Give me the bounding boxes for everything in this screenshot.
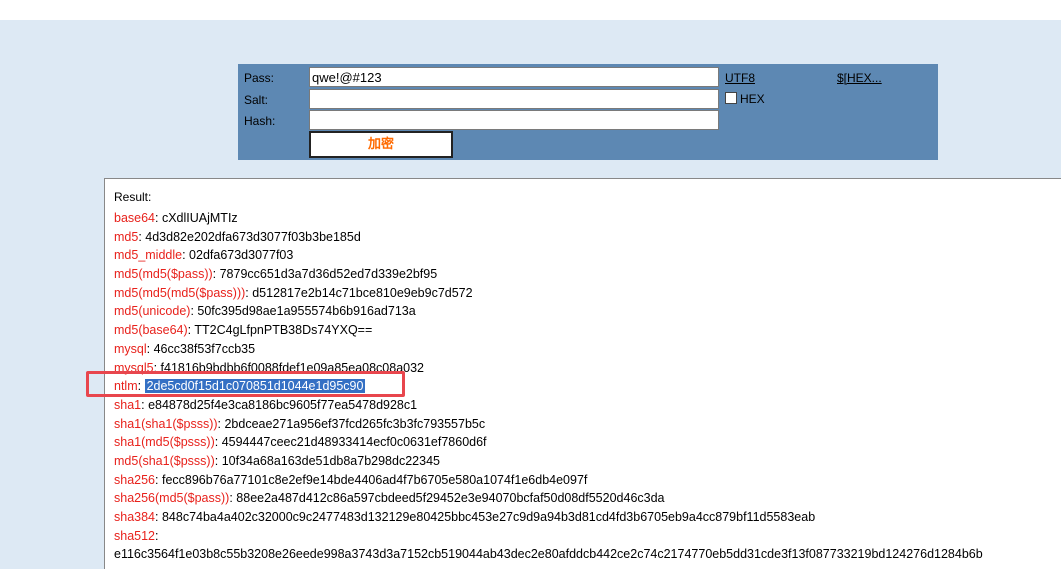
result-value[interactable]: 4594447ceec21d48933414ecf0c0631ef7860d6f: [222, 435, 487, 449]
salt-input[interactable]: [309, 89, 719, 109]
result-row: sha384: 848c74ba4a402c32000c9c2477483d13…: [114, 508, 983, 527]
result-value[interactable]: 7879cc651d3a7d36d52ed7d339e2bf95: [220, 267, 438, 281]
result-row: md5(sha1($psss)): 10f34a68a163de51db8a7b…: [114, 452, 983, 471]
result-key: sha1: [114, 397, 142, 412]
result-separator: :: [155, 211, 162, 225]
result-title: Result:: [114, 190, 152, 204]
result-separator: :: [214, 435, 222, 450]
result-row: md5: 4d3d82e202dfa673d3077f03b3be185d: [114, 228, 983, 247]
result-separator: :: [155, 510, 162, 524]
result-key: sha256(md5($pass)): [114, 491, 230, 506]
salt-label: Salt:: [244, 93, 269, 107]
result-row: md5_middle: 02dfa673d3077f03: [114, 246, 983, 265]
result-row: mysql: 46cc38f53f7ccb35: [114, 340, 983, 359]
result-key: md5: [114, 229, 139, 244]
result-value[interactable]: d512817e2b14c71bce810e9eb9c7d572: [252, 286, 472, 300]
hash-input[interactable]: [309, 110, 719, 130]
result-value[interactable]: e84878d25f4e3ca8186bc9605f77ea5478d928c1: [148, 398, 417, 412]
result-value[interactable]: cXdlIUAjMTIz: [162, 211, 238, 225]
result-value[interactable]: f41816b9bdbb6f0088fdef1e09a85ea08c08a032: [161, 361, 424, 375]
result-key: md5(md5(md5($pass))): [114, 285, 246, 300]
hex-checkbox[interactable]: [725, 92, 737, 104]
result-key: mysql: [114, 341, 147, 356]
hex-checkbox-label: HEX: [740, 92, 765, 106]
top-strip: [0, 0, 1061, 20]
result-key: md5(unicode): [114, 304, 191, 319]
result-rows: base64: cXdlIUAjMTIz md5: 4d3d82e202dfa67…: [114, 209, 983, 564]
result-key: mysql5: [114, 360, 154, 375]
result-row: ntlm: 2de5cd0f15d1c070851d1044e1d95c90: [114, 377, 983, 396]
result-value[interactable]: TT2C4gLfpnPTB38Ds74YXQ==: [194, 323, 372, 337]
result-separator: :: [146, 341, 154, 356]
result-key: sha512: [114, 528, 156, 543]
result-separator: :: [153, 360, 161, 375]
pass-input[interactable]: [309, 67, 719, 87]
hex-encoding-link[interactable]: $[HEX...: [837, 71, 882, 85]
result-separator: :: [182, 248, 190, 263]
result-value[interactable]: 4d3d82e202dfa673d3077f03b3be185d: [145, 230, 361, 244]
result-value[interactable]: 02dfa673d3077f03: [189, 248, 293, 262]
result-row: sha256(md5($pass)): 88ee2a487d412c86a597…: [114, 489, 983, 508]
result-key: sha384: [114, 510, 156, 524]
result-value[interactable]: e116c3564f1e03b8c55b3208e26eede998a3743d…: [114, 547, 983, 561]
result-row: sha256: fecc896b76a77101c8e2ef9e14bde440…: [114, 471, 983, 490]
result-value[interactable]: fecc896b76a77101c8e2ef9e14bde4406ad4f7b6…: [162, 473, 587, 487]
result-row: sha1(sha1($psss)): 2bdceae271a956ef37fcd…: [114, 415, 983, 434]
result-key: ntlm: [114, 379, 138, 394]
result-value[interactable]: 848c74ba4a402c32000c9c2477483d132129e804…: [162, 510, 815, 524]
result-value-selected[interactable]: 2de5cd0f15d1c070851d1044e1d95c90: [144, 379, 366, 394]
result-row: e116c3564f1e03b8c55b3208e26eede998a3743d…: [114, 545, 983, 564]
pass-label: Pass:: [244, 71, 275, 85]
result-key: md5(sha1($psss)): [114, 453, 215, 468]
result-row: base64: cXdlIUAjMTIz: [114, 209, 983, 228]
hash-label: Hash:: [244, 114, 276, 128]
result-row: sha512:: [114, 527, 983, 546]
result-panel: Result: base64: cXdlIUAjMTIz md5: 4d3d82e…: [104, 178, 1061, 569]
result-key: sha1(md5($psss)): [114, 435, 215, 450]
result-row: md5(md5(md5($pass))): d512817e2b14c71bce…: [114, 284, 983, 303]
result-separator: :: [214, 453, 222, 468]
result-row: md5(base64): TT2C4gLfpnPTB38Ds74YXQ==: [114, 321, 983, 340]
result-key: base64: [114, 211, 156, 225]
result-key: md5(base64): [114, 323, 188, 338]
result-value[interactable]: 88ee2a487d412c86a597cbdeed5f29452e3e9407…: [236, 491, 664, 505]
result-key: md5_middle: [114, 248, 183, 263]
result-value[interactable]: 10f34a68a163de51db8a7b298dc22345: [222, 454, 440, 468]
result-key: sha1(sha1($psss)): [114, 416, 218, 431]
result-key: sha256: [114, 472, 156, 487]
encrypt-button[interactable]: 加密: [309, 131, 453, 158]
result-separator: :: [137, 379, 145, 394]
result-row: md5(md5($pass)): 7879cc651d3a7d36d52ed7d…: [114, 265, 983, 284]
result-value[interactable]: 50fc395d98ae1a955574b6b916ad713a: [197, 304, 415, 318]
result-row: sha1(md5($psss)): 4594447ceec21d48933414…: [114, 433, 983, 452]
result-row: sha1: e84878d25f4e3ca8186bc9605f77ea5478…: [114, 396, 983, 415]
result-value[interactable]: 46cc38f53f7ccb35: [154, 342, 255, 356]
result-row: mysql5: f41816b9bdbb6f0088fdef1e09a85ea0…: [114, 359, 983, 378]
result-value[interactable]: 2bdceae271a956ef37fcd265fc3b3fc793557b5c: [224, 417, 485, 431]
result-row: md5(unicode): 50fc395d98ae1a955574b6b916…: [114, 302, 983, 321]
result-separator: :: [155, 472, 162, 487]
result-separator: :: [155, 528, 159, 543]
hash-form-panel: Pass: Salt: Hash: 加密 UTF8 $[HEX... HEX: [238, 64, 938, 160]
utf8-link[interactable]: UTF8: [725, 71, 755, 85]
result-key: md5(md5($pass)): [114, 267, 213, 282]
result-separator: :: [212, 267, 220, 282]
